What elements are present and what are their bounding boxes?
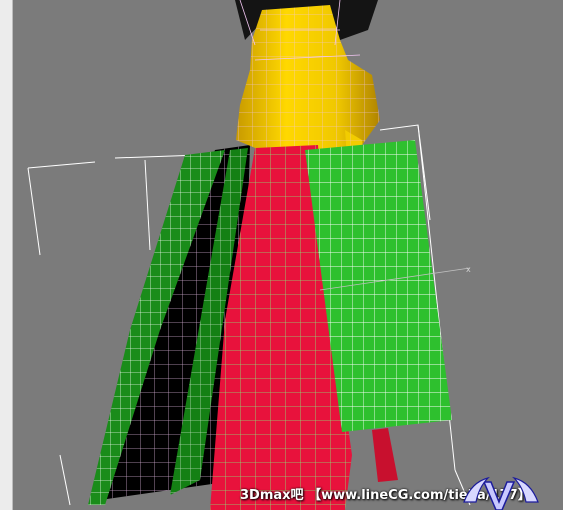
- dress-model-scene[interactable]: x: [0, 0, 563, 510]
- 3d-viewport[interactable]: x 3Dmax吧 【www.lineCG.com/tieba/177】: [0, 0, 563, 510]
- svg-text:x: x: [466, 265, 471, 274]
- skirt-red-strip: [372, 428, 398, 482]
- wing-logo-icon: [463, 476, 539, 510]
